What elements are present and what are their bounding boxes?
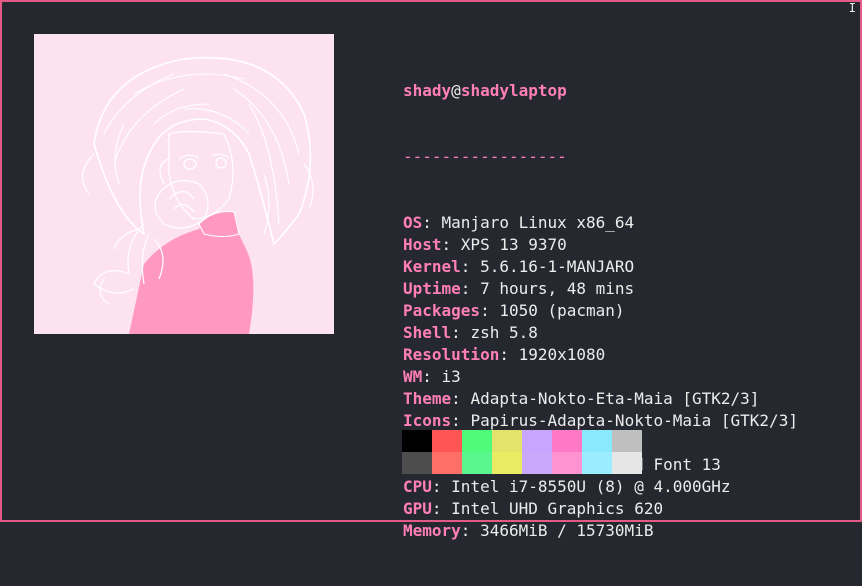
palette-swatch-normal-7 [612, 430, 642, 452]
info-row-shell: Shell: zsh 5.8 [403, 322, 798, 344]
info-value: XPS 13 9370 [460, 235, 567, 254]
info-key-suffix: : [460, 521, 481, 540]
info-key: Resolution [403, 345, 500, 364]
info-value: Intel UHD Graphics 620 [451, 499, 664, 518]
info-value: zsh 5.8 [470, 323, 538, 342]
info-key-suffix: : [422, 213, 442, 232]
info-value: 1920x1080 [518, 345, 606, 364]
info-key: OS [403, 213, 423, 232]
info-key: GPU [403, 499, 432, 518]
info-key-suffix: : [422, 367, 442, 386]
palette-swatch-bright-3 [492, 452, 522, 474]
info-row-resolution: Resolution: 1920x1080 [403, 344, 798, 366]
info-row-packages: Packages: 1050 (pacman) [403, 300, 798, 322]
anime-girl-ascii-art-image [34, 34, 334, 334]
info-row-cpu: CPU: Intel i7-8550U (8) @ 4.000GHz [403, 476, 798, 498]
hostname: shadylaptop [460, 81, 567, 100]
info-key: Theme [403, 389, 452, 408]
info-key: Kernel [403, 257, 461, 276]
info-key: Memory [403, 521, 461, 540]
palette-swatch-normal-2 [462, 430, 492, 452]
info-key: Host [403, 235, 442, 254]
system-info-panel: shady@shadylaptop ----------------- OS: … [403, 36, 798, 586]
info-key-suffix: : [441, 235, 461, 254]
palette-swatch-normal-6 [582, 430, 612, 452]
info-key: WM [403, 367, 423, 386]
info-key-suffix: : [480, 301, 500, 320]
palette-swatch-bright-7 [612, 452, 642, 474]
info-value: Intel i7-8550U (8) @ 4.000GHz [451, 477, 731, 496]
palette-swatch-normal-5 [552, 430, 582, 452]
info-key-suffix: : [451, 389, 471, 408]
info-rows: OS: Manjaro Linux x86_64 Host: XPS 13 937… [403, 212, 798, 542]
separator-line: ----------------- [403, 146, 798, 168]
at-symbol: @ [451, 81, 461, 100]
info-key-suffix: : [451, 411, 471, 430]
info-value: 7 hours, 48 mins [480, 279, 635, 298]
info-key: CPU [403, 477, 432, 496]
info-row-memory: Memory: 3466MiB / 15730MiB [403, 520, 798, 542]
info-value: Adapta-Nokto-Eta-Maia [GTK2/3] [470, 389, 760, 408]
info-key: Shell [403, 323, 452, 342]
palette-swatch-normal-0 [402, 430, 432, 452]
user-host-line: shady@shadylaptop [403, 80, 798, 102]
anime-girl-illustration [34, 34, 334, 334]
text-cursor-icon: I [848, 1, 856, 15]
info-value: 1050 (pacman) [499, 301, 625, 320]
info-value: Manjaro Linux x86_64 [441, 213, 635, 232]
palette-swatch-bright-4 [522, 452, 552, 474]
info-key-suffix: : [451, 323, 471, 342]
info-row-os: OS: Manjaro Linux x86_64 [403, 212, 798, 234]
info-key-suffix: : [499, 345, 519, 364]
info-key: Icons [403, 411, 452, 430]
info-value: 3466MiB / 15730MiB [480, 521, 654, 540]
palette-swatch-bright-6 [582, 452, 612, 474]
palette-swatch-normal-1 [432, 430, 462, 452]
info-row-gpu: GPU: Intel UHD Graphics 620 [403, 498, 798, 520]
info-row-theme: Theme: Adapta-Nokto-Eta-Maia [GTK2/3] [403, 388, 798, 410]
info-key-suffix: : [460, 279, 481, 298]
username: shady [403, 81, 452, 100]
info-row-icons: Icons: Papirus-Adapta-Nokto-Maia [GTK2/3… [403, 410, 798, 432]
info-key-suffix: : [431, 499, 452, 518]
info-value: i3 [441, 367, 461, 386]
palette-swatch-bright-1 [432, 452, 462, 474]
terminal-window[interactable]: I shady@shadylaptop ----------------- OS… [0, 0, 862, 540]
info-value: 5.6.16-1-MANJARO [480, 257, 635, 276]
info-key-suffix: : [460, 257, 481, 276]
info-row-uptime: Uptime: 7 hours, 48 mins [403, 278, 798, 300]
info-key: Uptime [403, 279, 461, 298]
info-value: Papirus-Adapta-Nokto-Maia [GTK2/3] [470, 411, 798, 430]
color-palette [402, 430, 642, 474]
palette-swatch-bright-5 [552, 452, 582, 474]
palette-swatch-bright-2 [462, 452, 492, 474]
info-row-wm: WM: i3 [403, 366, 798, 388]
info-row-kernel: Kernel: 5.6.16-1-MANJARO [403, 256, 798, 278]
palette-swatch-normal-3 [492, 430, 522, 452]
separator: ----------------- [403, 147, 567, 166]
info-key-suffix: : [431, 477, 452, 496]
info-row-host: Host: XPS 13 9370 [403, 234, 798, 256]
palette-swatch-normal-4 [522, 430, 552, 452]
palette-swatch-bright-0 [402, 452, 432, 474]
info-key: Packages [403, 301, 481, 320]
